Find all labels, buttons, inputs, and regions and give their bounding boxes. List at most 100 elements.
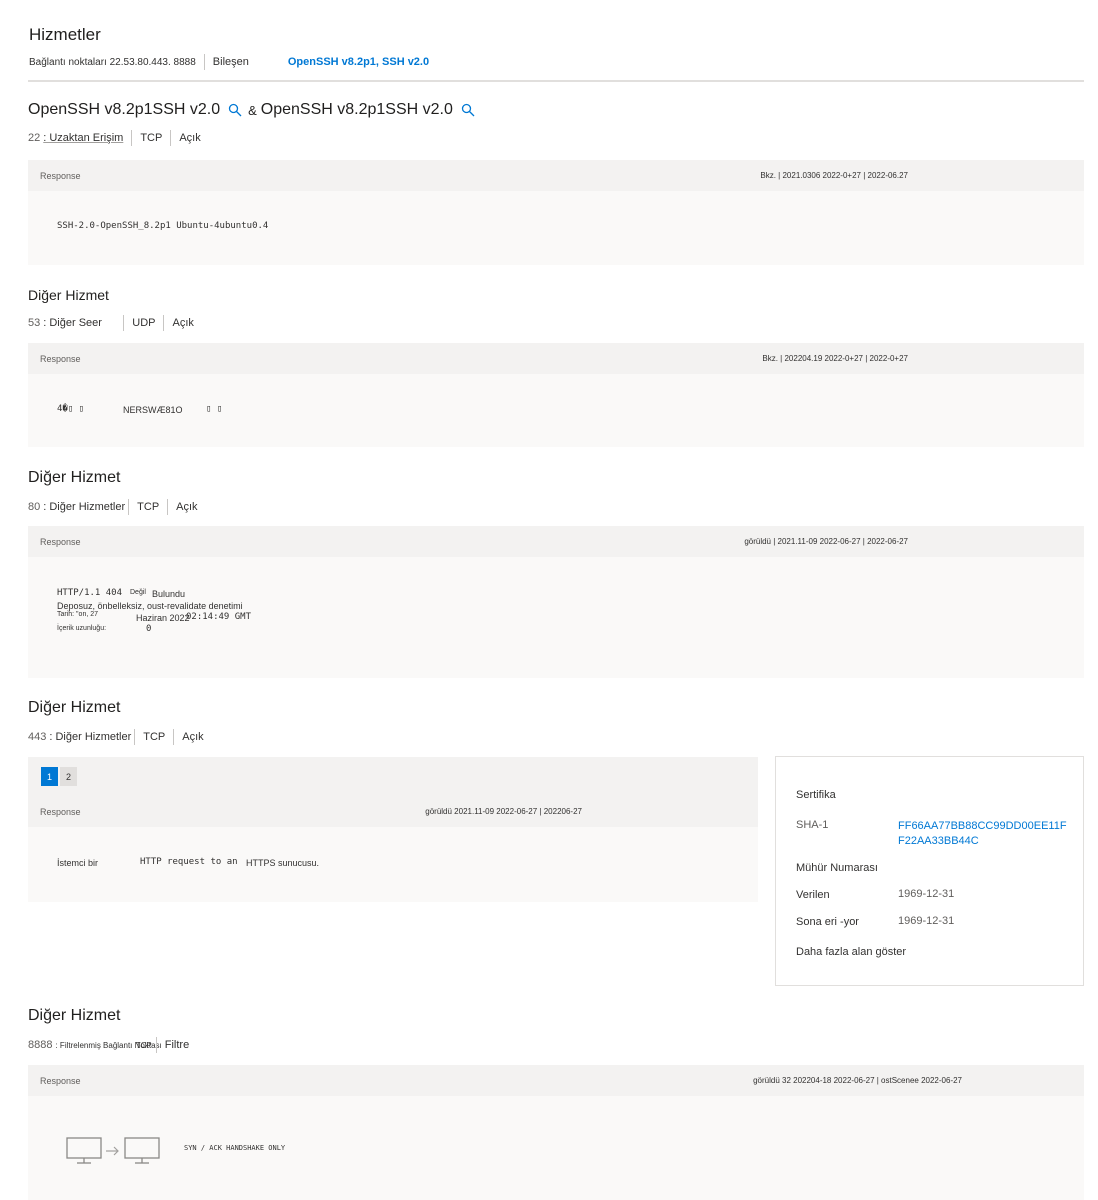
state: Açık — [172, 317, 194, 329]
service-meta: 22 : Uzaktan Erişim TCP Açık — [28, 130, 201, 146]
protocol: TCP — [143, 731, 166, 743]
service-name: : Diğer Hizmetler — [49, 731, 132, 743]
component-label: Bileşen — [212, 56, 249, 68]
search-icon[interactable] — [228, 103, 242, 117]
pager: 1 2 — [28, 757, 758, 796]
page-title: Hizmetler — [29, 25, 101, 44]
divider — [128, 499, 130, 515]
port-number: 22 — [28, 132, 41, 144]
response-body: 4�▯ ▯ — [57, 404, 85, 414]
protocol: UDP — [132, 317, 156, 329]
protocol: TCP — [137, 501, 160, 513]
search-icon[interactable] — [461, 103, 475, 117]
port-number: 80 — [28, 501, 41, 513]
service-title: OpenSSH v8.2p1SSH v2.0 & OpenSSH v8.2p1S… — [28, 101, 481, 119]
response-body: HTTPS sunucusu. — [246, 858, 320, 868]
divider — [131, 130, 133, 146]
sha1-line-1[interactable]: FF66AA77BB88CC99DD00EE11F — [898, 819, 1067, 834]
certificate-title: Sertifika — [796, 789, 836, 801]
http-date-time: 02:14:49 GMT — [186, 612, 252, 622]
divider — [170, 130, 172, 146]
service-name: : Diğer Hizmetler — [43, 501, 126, 513]
monitor-icon — [124, 1137, 160, 1165]
response-label: Response — [40, 353, 81, 364]
service-title: Diğer Hizmet — [28, 1007, 121, 1024]
response-panel: Response görüldü 2021.11-09 2022-06-27 |… — [28, 796, 758, 902]
service-title: Diğer Hizmet — [28, 469, 121, 486]
sha1-label: SHA-1 — [796, 819, 829, 831]
header-divider — [28, 80, 1084, 82]
response-header: Response görüldü | 2021.11-09 2022-06-27… — [28, 526, 1084, 557]
service-title: Diğer Hizmet — [28, 287, 109, 303]
response-header: Response Bkz. | 2021.0306 2022-0+27 | 20… — [28, 160, 1084, 191]
response-dates: Bkz. | 202204.19 2022-0+27 | 2022-0+27 — [762, 354, 908, 363]
serial-label: Mühür Numarası — [796, 862, 878, 874]
divider — [167, 499, 169, 515]
response-body: HTTP request to an — [140, 857, 238, 867]
show-more-fields-link[interactable]: Daha fazla alan göster — [796, 946, 906, 958]
divider — [155, 1037, 157, 1053]
response-dates: görüldü | 2021.11-09 2022-06-27 | 2022-0… — [744, 537, 908, 546]
response-body: ▯ ▯ — [206, 404, 223, 414]
issued-label: Verilen — [796, 889, 830, 901]
http-status-word: Bulundu — [152, 589, 186, 599]
sha1-line-2[interactable]: F22AA33BB44C — [898, 834, 1067, 849]
response-label: Response — [40, 536, 81, 547]
issued-value: 1969-12-31 — [898, 888, 955, 900]
service-meta: 53 : Diğer Seer UDP Açık — [28, 315, 194, 331]
response-header: Response Bkz. | 202204.19 2022-0+27 | 20… — [28, 343, 1084, 374]
response-body: SSH-2.0-OpenSSH_8.2p1 Ubuntu-4ubuntu0.4 — [57, 221, 269, 231]
service-meta: 8888 : Filtrelenmiş Bağlantı Noktası TCP… — [28, 1037, 189, 1053]
response-label: Response — [40, 170, 81, 181]
service-title: Diğer Hizmet — [28, 699, 121, 716]
response-dates: görüldü 32 202204-18 2022-06-27 | ostSce… — [753, 1076, 962, 1085]
http-status: HTTP/1.1 404 — [57, 588, 123, 598]
divider — [203, 54, 205, 70]
response-panel: Response Bkz. | 202204.19 2022-0+27 | 20… — [28, 343, 1084, 447]
endpoints-label: Bağlantı noktaları 22.53.80.443. 8888 — [29, 56, 196, 68]
port-number: 8888 — [28, 1039, 53, 1051]
page-2-button[interactable]: 2 — [60, 767, 77, 786]
http-status-word: Değil — [130, 589, 146, 596]
state: Açık — [179, 132, 201, 144]
port-number: 53 — [28, 317, 41, 329]
response-body: NERSWÆ81O — [123, 405, 183, 415]
sha1-value[interactable]: FF66AA77BB88CC99DD00EE11F F22AA33BB44C — [898, 819, 1067, 849]
response-header: Response görüldü 2021.11-09 2022-06-27 |… — [28, 796, 758, 827]
protocol: TCP — [140, 132, 163, 144]
http-length-label: İçerik uzunluğu: — [57, 625, 107, 632]
handshake-label: SYN / ACK HANDSHAKE ONLY — [184, 1144, 286, 1152]
service-name: : Diğer Seer — [43, 317, 102, 329]
divider — [134, 729, 136, 745]
response-panel: Response görüldü 32 202204-18 2022-06-27… — [28, 1065, 1084, 1200]
service-name-link[interactable]: : Uzaktan Erişim — [43, 132, 123, 144]
http-date-month: Haziran 2022 — [136, 613, 190, 623]
component-link[interactable]: OpenSSH v8.2p1, SSH v2.0 — [288, 56, 429, 68]
state: Filtre — [164, 1039, 190, 1051]
divider — [173, 729, 175, 745]
protocol: TCP — [135, 1040, 152, 1050]
response-header: Response görüldü 32 202204-18 2022-06-27… — [28, 1065, 1084, 1096]
service-meta: 80 : Diğer Hizmetler TCP Açık — [28, 499, 198, 515]
handshake-diagram: SYN / ACK HANDSHAKE ONLY — [66, 1137, 285, 1165]
response-dates: görüldü 2021.11-09 2022-06-27 | 202206-2… — [425, 807, 582, 816]
ampersand: & — [248, 102, 257, 118]
http-header-line: Deposuz, önbelleksiz, oust-revalidate de… — [57, 601, 243, 611]
http-length-value: 0 — [146, 624, 152, 634]
service-title-b: OpenSSH v8.2p1SSH v2.0 — [260, 101, 453, 118]
state: Açık — [176, 501, 198, 513]
page-1-button[interactable]: 1 — [41, 767, 58, 786]
monitor-icon — [66, 1137, 102, 1165]
expires-label: Sona eri -yor — [796, 916, 859, 928]
service-meta: 443 : Diğer Hizmetler TCP Açık — [28, 729, 204, 745]
header-meta: Bağlantı noktaları 22.53.80.443. 8888 Bi… — [29, 54, 429, 70]
response-tabs-panel: 1 2 Response görüldü 2021.11-09 2022-06-… — [28, 757, 758, 902]
divider — [123, 315, 125, 331]
response-dates: Bkz. | 2021.0306 2022-0+27 | 2022-06.27 — [760, 171, 908, 180]
response-label: Response — [40, 1075, 81, 1086]
state: Açık — [182, 731, 204, 743]
divider — [163, 315, 165, 331]
arrow-right-icon — [106, 1146, 120, 1156]
response-label: Response — [40, 806, 81, 817]
response-panel: Response Bkz. | 2021.0306 2022-0+27 | 20… — [28, 160, 1084, 265]
